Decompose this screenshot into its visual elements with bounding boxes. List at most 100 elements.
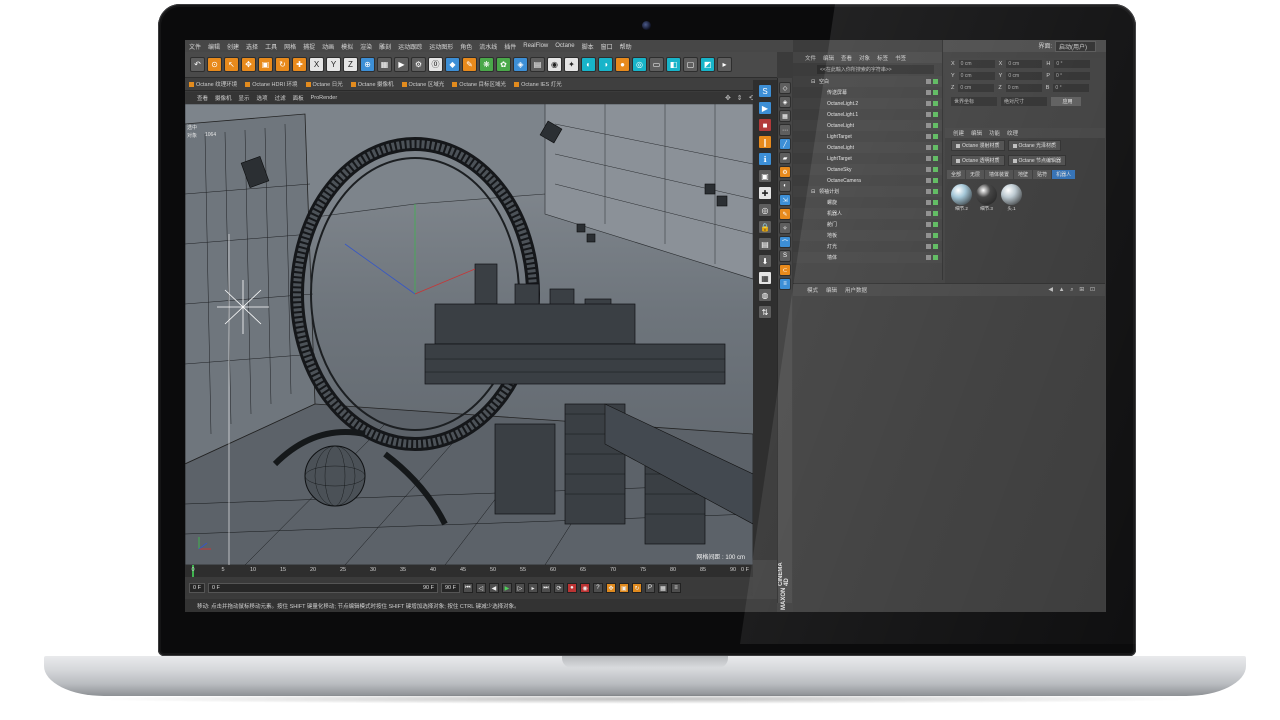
octane-clay-icon[interactable]: ◍ [758,288,772,302]
enabled-check-icon[interactable] [933,222,938,227]
object-menu-item[interactable]: 标签 [877,54,888,62]
size-field[interactable]: 0 cm [1006,60,1043,68]
object-row[interactable]: 墙体 [793,252,942,263]
object-row[interactable]: 地板 [793,230,942,241]
object-row[interactable]: OctaneCamera [793,175,942,186]
rotation-field[interactable]: 0 ° [1054,60,1091,68]
material-tab[interactable]: 墙体装置 [985,170,1014,179]
timeline[interactable]: 0 5 10 15 20 25 30 35 40 45 50 55 60 65 70 75 80 85 90 0 F [185,565,753,577]
material-preview[interactable] [1001,184,1022,205]
pen-icon[interactable]: ✎ [462,57,477,72]
prev-key-icon[interactable]: ◁ [475,583,486,593]
visibility-icon[interactable] [926,123,931,128]
octane-region-icon[interactable]: ▣ [758,169,772,183]
attributes-menu-item[interactable]: 用户数据 [845,286,867,294]
position-field[interactable]: 0 cm [958,60,995,68]
object-row[interactable]: OctaneLight [793,120,942,131]
enabled-check-icon[interactable] [933,167,938,172]
loop-icon[interactable]: ⟳ [553,583,564,593]
record-icon[interactable]: ● [566,583,577,593]
menu-item[interactable]: 运动图形 [429,42,453,51]
enabled-check-icon[interactable] [933,178,938,183]
octane-shelf-item[interactable]: Octane 目标区域光 [452,80,506,88]
octane-material-icon[interactable]: ● [615,57,630,72]
enabled-check-icon[interactable] [933,123,938,128]
light-icon[interactable]: ✦ [564,57,579,72]
object-search-field[interactable]: <<在此輸入你所搜索的字符串>> [817,65,934,74]
attributes-menu-item[interactable]: 模式 [807,286,818,294]
position-field[interactable]: 0 cm [958,72,995,80]
object-row[interactable]: OctaneLight [793,142,942,153]
visibility-icon[interactable] [926,90,931,95]
visibility-icon[interactable] [926,79,931,84]
material-menu-item[interactable]: 创建 [953,129,964,137]
spline-icon[interactable]: S [779,250,791,262]
material-swatch[interactable]: 细节.2 [951,184,972,212]
material-tab[interactable]: 无层 [966,170,985,179]
toolbar-more-icon[interactable]: ▸ [717,57,732,72]
octane-shelf-item[interactable]: Octane HDRI 环境 [245,80,298,88]
octane-shelf-item[interactable]: Octane 纹理环境 [189,80,237,88]
menu-item[interactable]: 运动跟踪 [398,42,422,51]
octane-shelf-item[interactable]: Octane 日光 [305,80,343,88]
material-tab[interactable]: 地壁 [1014,170,1033,179]
object-row[interactable]: OctaneLight.1 [793,109,942,120]
material-tab[interactable]: 机器人 [1052,170,1076,179]
go-end-icon[interactable]: ⏭ [540,583,551,593]
expand-icon[interactable]: ⊟ [811,79,819,85]
null-object-icon[interactable]: ⓪ [428,57,443,72]
object-row[interactable]: OctaneSky [793,164,942,175]
menu-item[interactable]: 动画 [322,42,334,51]
frame-range-slider[interactable]: 0 F 90 F [207,583,438,593]
object-row[interactable]: OctaneLight.2 [793,98,942,109]
menu-item[interactable]: 脚本 [582,42,594,51]
object-row[interactable]: ⊟ 领袖计划 [793,186,942,197]
end-frame-field[interactable]: 90 F [440,583,460,593]
octane-live-icon[interactable]: ◐ [581,57,596,72]
menu-item[interactable]: 网格 [284,42,296,51]
scale-icon[interactable]: ▣ [258,57,273,72]
keyframe-sel-icon[interactable]: ? [592,583,603,593]
menu-item[interactable]: 文件 [189,42,201,51]
menu-item[interactable]: 工具 [265,42,277,51]
key-move-icon[interactable]: ✥ [605,583,616,593]
object-row[interactable]: LightTarget [793,131,942,142]
octane-grid-icon[interactable]: ▦ [758,271,772,285]
visibility-icon[interactable] [926,233,931,238]
octane-shelf-item[interactable]: Octane 区域光 [401,80,444,88]
enabled-check-icon[interactable] [933,134,938,139]
texture-mode-icon[interactable]: ◈ [779,96,791,108]
octane-s-icon[interactable]: S [758,84,772,98]
visibility-icon[interactable] [926,244,931,249]
octane-move-icon[interactable]: ⇅ [758,305,772,319]
play-icon[interactable]: ▶ [501,583,512,593]
menu-item[interactable]: 渲染 [360,42,372,51]
octane-lock-icon[interactable]: 🔒 [758,220,772,234]
coordinate-system-icon[interactable]: ⊕ [360,57,375,72]
axis-lock-icon[interactable]: ◧ [666,57,681,72]
object-row[interactable]: LightTarget [793,153,942,164]
octane-stop-icon[interactable]: ■ [758,118,772,132]
object-row[interactable]: 传送屏幕 [793,87,942,98]
menu-item[interactable]: 创建 [227,42,239,51]
go-start-icon[interactable]: ⏮ [462,583,473,593]
transform-icon[interactable]: ✚ [292,57,307,72]
viewport-menu-item[interactable]: ProRender [311,95,338,101]
axis-mode-icon[interactable]: ⚙ [779,166,791,178]
object-menu-item[interactable]: 书签 [895,54,906,62]
octane-shelf-item[interactable]: Octane 摄像机 [350,80,394,88]
cloner-icon[interactable]: ✿ [496,57,511,72]
timeline-menu-icon[interactable]: ≡ [670,583,681,593]
object-menu-item[interactable]: 对象 [859,54,870,62]
paint-icon[interactable]: ✧ [779,222,791,234]
object-menu-item[interactable]: 查看 [841,54,852,62]
visibility-icon[interactable] [926,156,931,161]
apply-button[interactable]: 应用 [1051,97,1081,106]
octane-play-icon[interactable]: ▶ [758,101,772,115]
prev-frame-icon[interactable]: ◀ [488,583,499,593]
visibility-icon[interactable] [926,112,931,117]
size-field[interactable]: 0 cm [1006,72,1043,80]
select-arrow-icon[interactable]: ↖ [224,57,239,72]
model-mode-icon[interactable]: ◇ [779,82,791,94]
key-rotate-icon[interactable]: ↻ [631,583,642,593]
